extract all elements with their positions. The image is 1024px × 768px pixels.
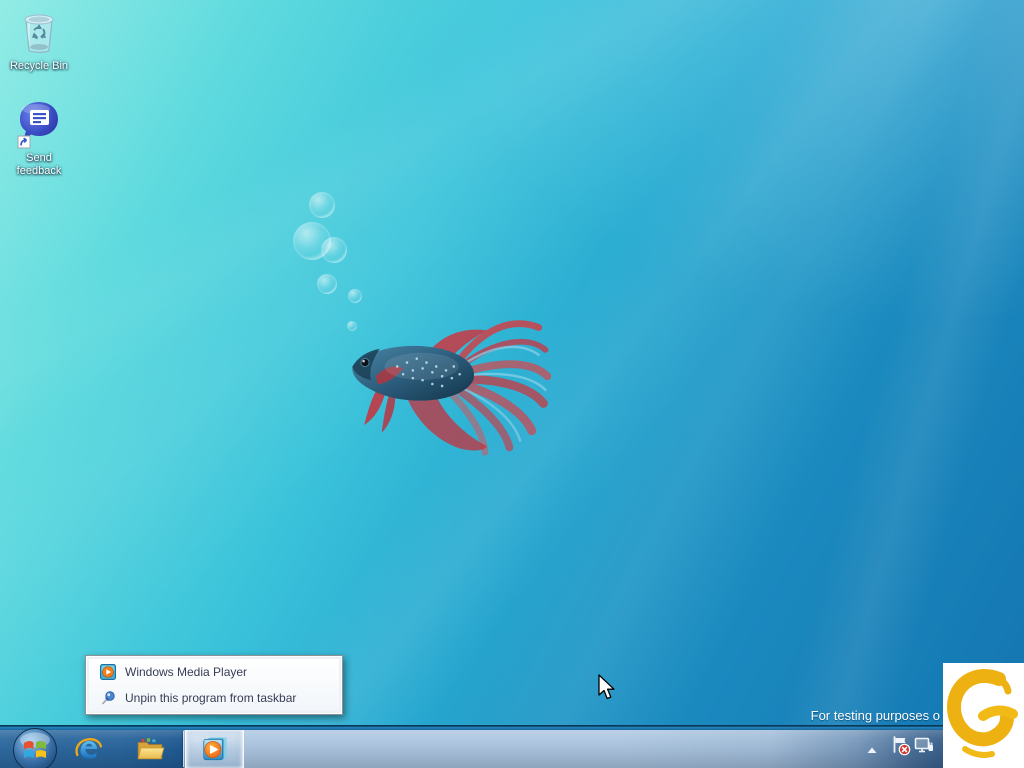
taskbar-separator	[183, 731, 184, 767]
bubble	[317, 274, 337, 294]
start-button[interactable]	[12, 727, 58, 768]
jumplist-item-unpin[interactable]: Unpin this program from taskbar	[89, 685, 339, 711]
shortcut-arrow-overlay	[18, 136, 30, 148]
bubble	[309, 192, 335, 218]
taskbar-button-internet-explorer[interactable]	[62, 730, 114, 768]
gold-g-logo	[943, 663, 1024, 768]
desktop: Recycle Bin Send feedback For testing pu…	[0, 0, 1024, 768]
gold-g-logo-overlay	[943, 663, 1024, 768]
bubble	[321, 237, 347, 263]
windows-explorer-folder-icon	[135, 734, 165, 764]
bubble	[293, 222, 331, 260]
jumplist-item-windows-media-player[interactable]: Windows Media Player	[89, 659, 339, 685]
send-feedback-icon	[16, 100, 62, 150]
desktop-icon-send-feedback[interactable]: Send feedback	[6, 100, 72, 178]
light-ray	[645, 0, 1024, 768]
desktop-icon-recycle-bin[interactable]: Recycle Bin	[6, 6, 72, 73]
desktop-icon-label: Send feedback	[6, 152, 72, 178]
taskbar	[0, 725, 1024, 768]
show-hidden-icons-chevron-icon[interactable]	[866, 742, 878, 760]
unpin-pushpin-icon	[100, 690, 116, 706]
internet-explorer-icon	[73, 734, 103, 764]
taskbar-button-windows-media-player[interactable]	[185, 730, 244, 768]
light-ray	[122, 0, 1024, 768]
windows-media-player-icon	[100, 664, 116, 680]
taskbar-jumplist-menu: Windows Media Player Unpin this program …	[85, 655, 343, 715]
action-center-flag-icon[interactable]	[891, 735, 912, 762]
windows-start-orb-icon	[12, 727, 58, 768]
testing-watermark: For testing purposes o	[811, 708, 940, 723]
taskbar-button-windows-explorer[interactable]	[124, 730, 176, 768]
recycle-bin-icon	[15, 6, 63, 58]
desktop-icon-label: Recycle Bin	[6, 60, 72, 73]
network-status-icon[interactable]	[914, 736, 934, 760]
windows-media-player-icon	[200, 734, 230, 764]
betta-fish-wallpaper	[338, 306, 554, 462]
jumplist-item-label: Unpin this program from taskbar	[125, 691, 296, 705]
bubble	[348, 289, 362, 303]
mouse-cursor	[597, 674, 616, 702]
jumplist-item-label: Windows Media Player	[125, 665, 247, 679]
